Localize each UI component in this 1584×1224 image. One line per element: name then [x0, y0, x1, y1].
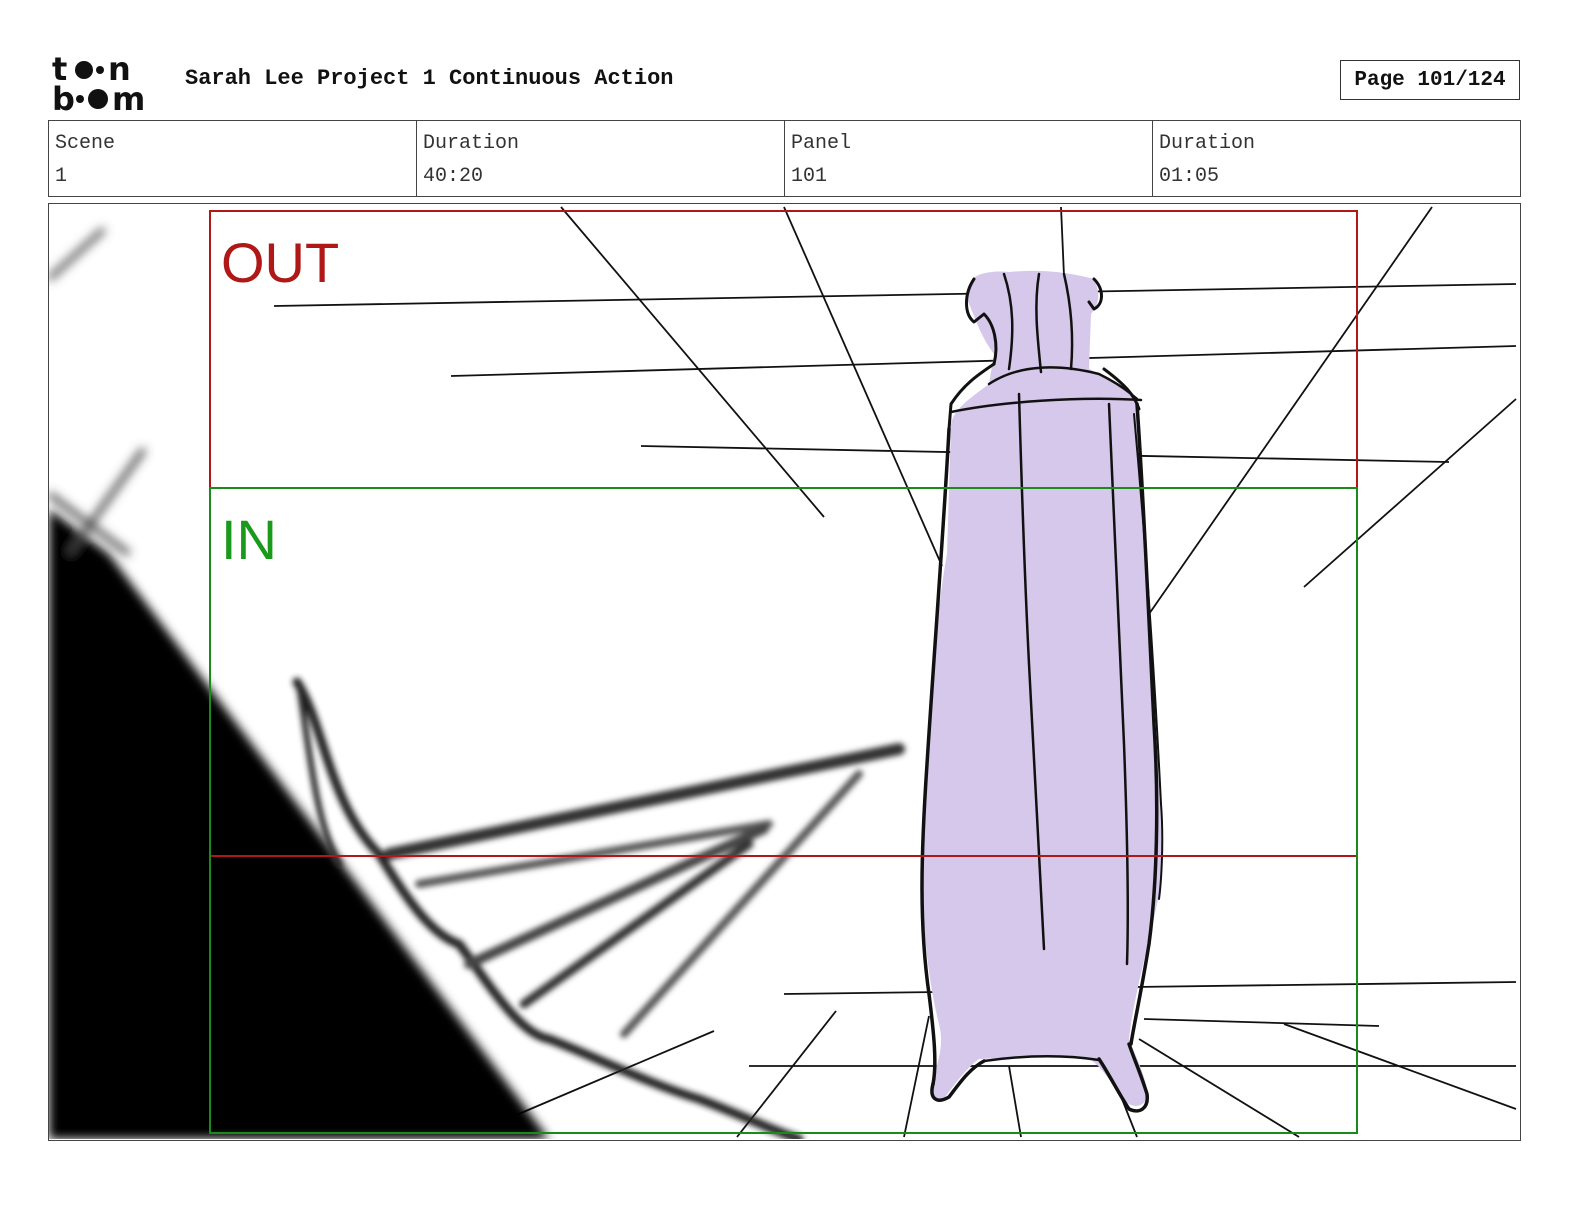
- scene-value: 1: [55, 165, 68, 188]
- scene-duration-value: 40:20: [423, 165, 484, 188]
- toonboom-logo: t n b m: [50, 50, 165, 118]
- scene-cell: Scene 1: [49, 121, 417, 196]
- panel-cell: Panel 101: [785, 121, 1153, 196]
- panel-duration-label: Duration: [1159, 132, 1256, 155]
- svg-text:m: m: [112, 80, 145, 114]
- panel-duration-cell: Duration 01:05: [1153, 121, 1520, 196]
- svg-text:b: b: [52, 80, 75, 114]
- scene-info-table: Scene 1 Duration 40:20 Panel 101 Duratio…: [48, 120, 1521, 197]
- panel-label: Panel: [791, 132, 852, 155]
- out-area-frame: [209, 210, 1358, 857]
- scene-duration-cell: Duration 40:20: [417, 121, 785, 196]
- panel-value: 101: [791, 165, 828, 188]
- project-title: Sarah Lee Project 1 Continuous Action: [185, 66, 674, 91]
- standing-figure: [920, 270, 1164, 1113]
- perspective-lines: [273, 206, 1517, 1138]
- panel-duration-value: 01:05: [1159, 165, 1220, 188]
- scene-label: Scene: [55, 132, 116, 155]
- scene-duration-label: Duration: [423, 132, 520, 155]
- in-label: IN: [221, 508, 277, 571]
- page-indicator: Page 101/124: [1340, 60, 1520, 100]
- storyboard-panel: OUT IN: [48, 203, 1521, 1141]
- out-label: OUT: [221, 231, 339, 294]
